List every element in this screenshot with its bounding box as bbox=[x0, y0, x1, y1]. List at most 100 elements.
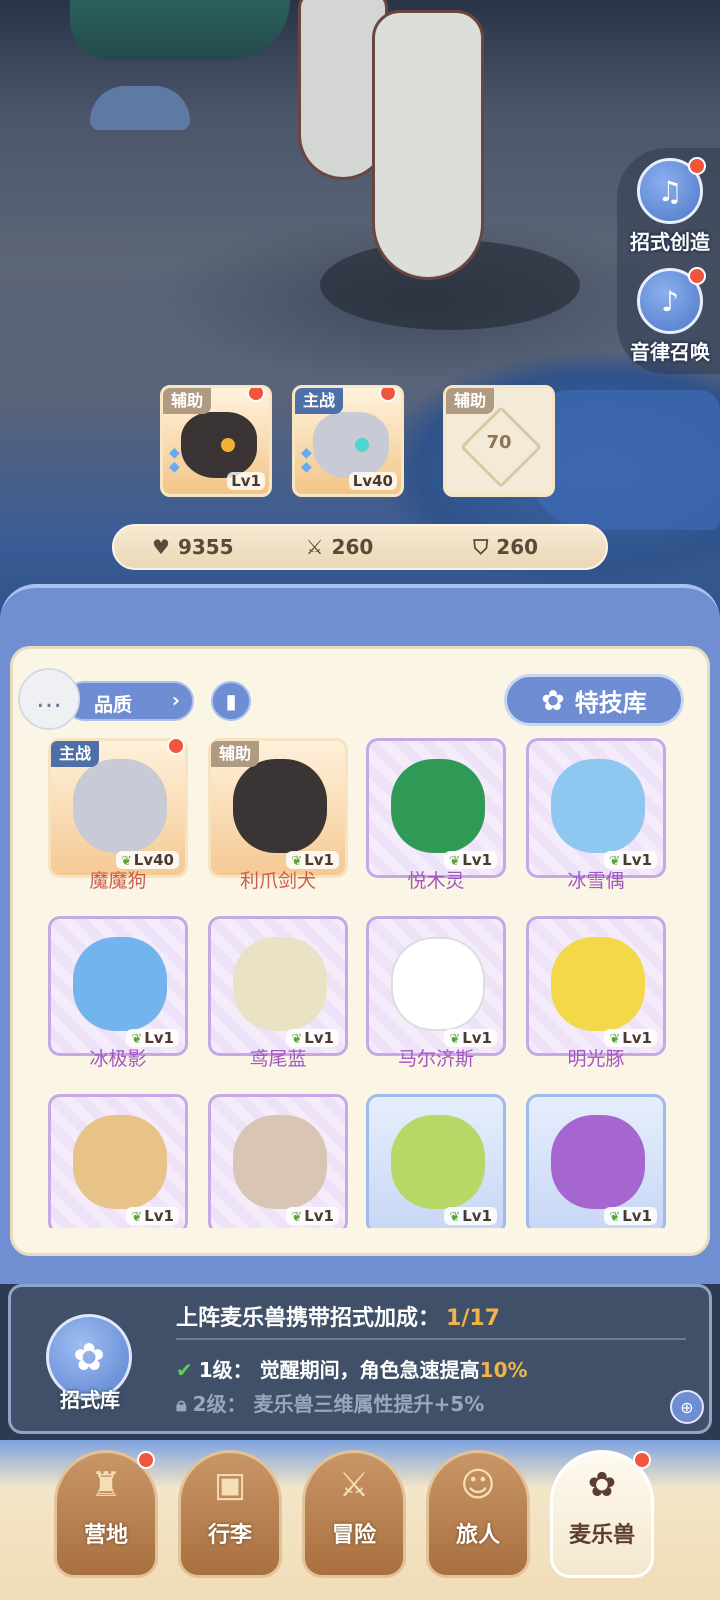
notification-dot bbox=[137, 1451, 155, 1469]
pet-portrait bbox=[73, 937, 167, 1031]
pet-tag: 主战 bbox=[51, 741, 100, 767]
bonus-level-2-text: 2级： 麦乐兽三维属性提升+5% bbox=[192, 1392, 485, 1416]
pet-portrait bbox=[233, 1115, 327, 1209]
check-icon: ✔ bbox=[176, 1358, 193, 1382]
melody-summon-button[interactable]: ♪ 音律召唤 bbox=[620, 267, 720, 365]
leaf-icon: ❦ bbox=[291, 1210, 303, 1225]
slot-tag: 辅助 bbox=[446, 388, 495, 414]
nav-label: 行李 bbox=[207, 1523, 252, 1548]
notification-dot bbox=[633, 1451, 651, 1469]
notification-dot bbox=[379, 388, 397, 402]
pet-card[interactable]: ❦ Lv1 bbox=[48, 1094, 188, 1228]
pet-portrait bbox=[313, 412, 389, 478]
pet-card[interactable]: ❦ Lv1 bbox=[526, 738, 666, 878]
pet-card[interactable]: 辅助 ❦ Lv1 bbox=[208, 738, 348, 878]
notification-dot bbox=[688, 267, 706, 285]
team-slot-support-1[interactable]: ◆ ◆ 辅助 Lv1 bbox=[160, 385, 272, 497]
pet-card[interactable]: ❦ Lv1 bbox=[48, 916, 188, 1056]
pet-card[interactable]: ❦ Lv1 bbox=[366, 916, 506, 1056]
hp-stat: ♥ 9355 bbox=[152, 535, 234, 559]
pet-name: 悦木灵 bbox=[407, 870, 465, 892]
person-icon: ☺ bbox=[460, 1465, 496, 1505]
notification-dot bbox=[688, 157, 706, 175]
pet-name: 利爪剑犬 bbox=[239, 870, 316, 892]
pet-name: 魔魔狗 bbox=[89, 870, 147, 892]
pet-card[interactable]: ❦ Lv1 bbox=[366, 738, 506, 878]
slot-tag: 辅助 bbox=[163, 388, 212, 414]
notification-dot bbox=[247, 388, 265, 402]
team-slot-support-2[interactable]: 70 辅助 bbox=[443, 385, 555, 497]
skill-library-button[interactable]: ✿ 特技库 bbox=[504, 674, 684, 726]
pet-card[interactable]: ❦ Lv1 bbox=[526, 916, 666, 1056]
pet-name: 明光豚 bbox=[567, 1048, 625, 1070]
pet-portrait bbox=[391, 1115, 485, 1209]
shield-icon: ⛉ bbox=[473, 535, 489, 559]
leaf-icon: ❦ bbox=[449, 1210, 461, 1225]
zoom-in-icon[interactable]: ⊕ bbox=[670, 1390, 704, 1424]
pet-name: 马尔济斯 bbox=[397, 1048, 474, 1070]
skill-create-label: 招式创造 bbox=[630, 230, 710, 254]
hp-value: 9355 bbox=[177, 535, 234, 559]
pet-card[interactable]: ❦ Lv1 bbox=[208, 916, 348, 1056]
pet-eye bbox=[355, 438, 369, 452]
caret-right-icon: › bbox=[171, 688, 180, 712]
nav-label: 麦乐兽 bbox=[568, 1523, 635, 1548]
heart-icon: ♥ bbox=[152, 535, 170, 559]
nav-traveler[interactable]: ☺ 旅人 bbox=[426, 1450, 530, 1578]
notification-dot bbox=[167, 738, 185, 755]
bonus-level-1: ✔ 1级： 觉醒期间，角色急速提高10% bbox=[176, 1354, 528, 1383]
pet-grid: 主战 ❦ Lv40 辅助 ❦ Lv1 ❦ Lv1 ❦ Lv1 魔魔狗 利爪剑犬 悦木灵 … bbox=[48, 738, 678, 1228]
skill-library-label: 特技库 bbox=[574, 688, 647, 717]
pet-portrait bbox=[391, 759, 485, 853]
nav-luggage[interactable]: ▣ 行李 bbox=[178, 1450, 282, 1578]
castle-icon: ♜ bbox=[90, 1465, 122, 1505]
rock bbox=[530, 390, 720, 530]
pet-portrait bbox=[551, 937, 645, 1031]
handbook-icon[interactable]: ▮ bbox=[211, 681, 251, 721]
pet-tag: 辅助 bbox=[211, 741, 260, 767]
nav-pets[interactable]: ✿ 麦乐兽 bbox=[550, 1450, 654, 1578]
pet-card[interactable]: ❦ Lv1 bbox=[366, 1094, 506, 1228]
divider bbox=[176, 1338, 686, 1340]
chat-icon[interactable]: … bbox=[18, 668, 80, 730]
skill-create-button[interactable]: ♫ 招式创造 bbox=[620, 157, 720, 255]
pet-card[interactable]: ❦ Lv1 bbox=[208, 1094, 348, 1228]
pet-level: ❦ Lv1 bbox=[286, 1207, 339, 1225]
bonus-count: 1/17 bbox=[446, 1306, 500, 1331]
pet-portrait bbox=[551, 1115, 645, 1209]
nav-camp[interactable]: ♜ 营地 bbox=[54, 1450, 158, 1578]
paw-icon: ✿ bbox=[73, 1335, 105, 1379]
pet-portrait bbox=[73, 759, 167, 853]
pet-icon: ✿ bbox=[587, 1465, 617, 1505]
team-stats-bar: ♥ 9355 ⚔ 260 ⛉ 260 bbox=[112, 524, 608, 570]
team-slot-main[interactable]: ◆ ◆ 主战 Lv40 bbox=[292, 385, 404, 497]
backpack-icon: ▣ bbox=[213, 1465, 247, 1505]
pet-card[interactable]: ❦ Lv1 bbox=[526, 1094, 666, 1228]
pet-name: 冰极影 bbox=[89, 1048, 147, 1070]
paw-icon: ✿ bbox=[541, 683, 565, 717]
lock-icon: 🔒︎ bbox=[176, 1392, 187, 1416]
pet-portrait bbox=[391, 937, 485, 1031]
pet-name: 鸢尾蓝 bbox=[249, 1048, 307, 1070]
slot-level: Lv1 bbox=[227, 472, 265, 490]
rank-diamonds-icon: ◆ ◆ bbox=[301, 445, 312, 475]
pet-portrait bbox=[551, 759, 645, 853]
nav-label: 营地 bbox=[83, 1523, 128, 1548]
pet-card[interactable]: 主战 ❦ Lv40 bbox=[48, 738, 188, 878]
pet-level: ❦ Lv1 bbox=[604, 1207, 657, 1225]
slot-level: Lv40 bbox=[348, 472, 397, 490]
character-leg bbox=[372, 10, 484, 280]
slot-tag: 主战 bbox=[295, 388, 344, 414]
leaf-icon: ❦ bbox=[609, 1210, 621, 1225]
rock bbox=[90, 86, 190, 130]
unlock-level: 70 bbox=[486, 432, 512, 453]
nav-adventure[interactable]: ⚔ 冒险 bbox=[302, 1450, 406, 1578]
pet-portrait bbox=[73, 1115, 167, 1209]
pet-name: 冰雪偶 bbox=[567, 870, 625, 892]
quality-filter-button[interactable]: 品质 › bbox=[64, 681, 194, 721]
pet-portrait bbox=[233, 937, 327, 1031]
attack-value: 260 bbox=[331, 535, 374, 559]
book-icon: ♫ bbox=[637, 157, 706, 224]
bonus-title: 上阵麦乐兽携带招式加成： 1/17 bbox=[176, 1300, 500, 1332]
attack-stat: ⚔ 260 bbox=[306, 535, 374, 559]
